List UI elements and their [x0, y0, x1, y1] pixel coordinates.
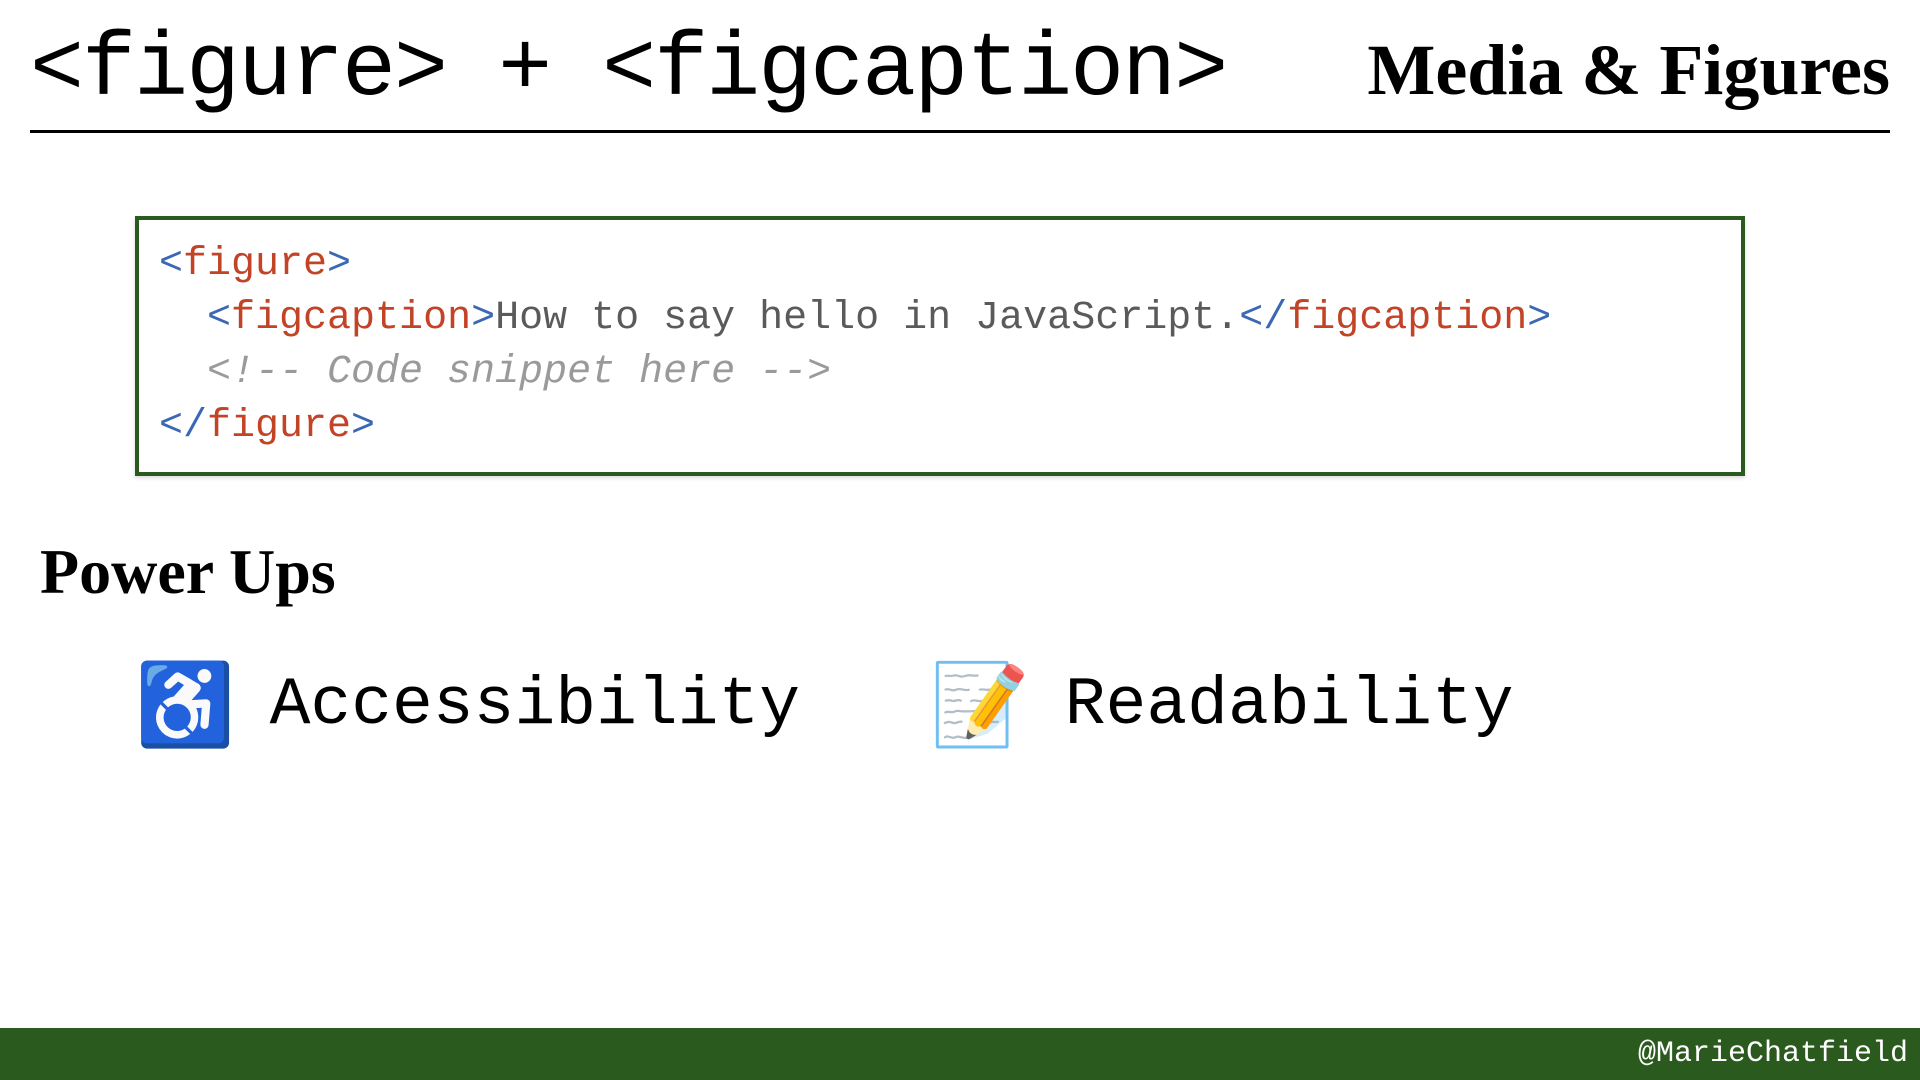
angle-bracket: < [207, 296, 231, 341]
indent [159, 296, 207, 341]
angle-bracket: </ [1239, 296, 1287, 341]
accessibility-icon: ♿ [135, 665, 235, 745]
angle-bracket: < [159, 242, 183, 287]
power-ups-row: ♿ Accessibility 📝 Readability [135, 665, 1514, 745]
angle-bracket: > [1527, 296, 1551, 341]
power-up-accessibility: ♿ Accessibility [135, 665, 800, 745]
tag-name: figcaption [231, 296, 471, 341]
code-comment: <!-- Code snippet here --> [207, 350, 831, 395]
code-text: How to say hello in JavaScript. [495, 296, 1239, 341]
tag-name: figcaption [1287, 296, 1527, 341]
slide-title: <figure> + <figcaption> [30, 20, 1226, 122]
code-line-2: <figcaption>How to say hello in JavaScri… [159, 292, 1721, 346]
tag-name: figure [183, 242, 327, 287]
code-line-3: <!-- Code snippet here --> [159, 346, 1721, 400]
angle-bracket: </ [159, 404, 207, 449]
slide: <figure> + <figcaption> Media & Figures … [0, 0, 1920, 1080]
memo-icon: 📝 [930, 665, 1030, 745]
tag-name: figure [207, 404, 351, 449]
angle-bracket: > [327, 242, 351, 287]
footer-bar: @MarieChatfield [0, 1028, 1920, 1080]
twitter-handle: @MarieChatfield [1638, 1037, 1908, 1071]
slide-category: Media & Figures [1367, 29, 1890, 112]
angle-bracket: > [471, 296, 495, 341]
header: <figure> + <figcaption> Media & Figures [30, 20, 1890, 133]
angle-bracket: > [351, 404, 375, 449]
code-line-1: <figure> [159, 238, 1721, 292]
code-example-box: <figure> <figcaption>How to say hello in… [135, 216, 1745, 476]
power-up-readability: 📝 Readability [930, 665, 1513, 745]
power-ups-heading: Power Ups [40, 535, 336, 609]
power-up-label: Readability [1065, 667, 1514, 744]
power-up-label: Accessibility [270, 667, 801, 744]
indent [159, 350, 207, 395]
code-line-4: </figure> [159, 400, 1721, 454]
